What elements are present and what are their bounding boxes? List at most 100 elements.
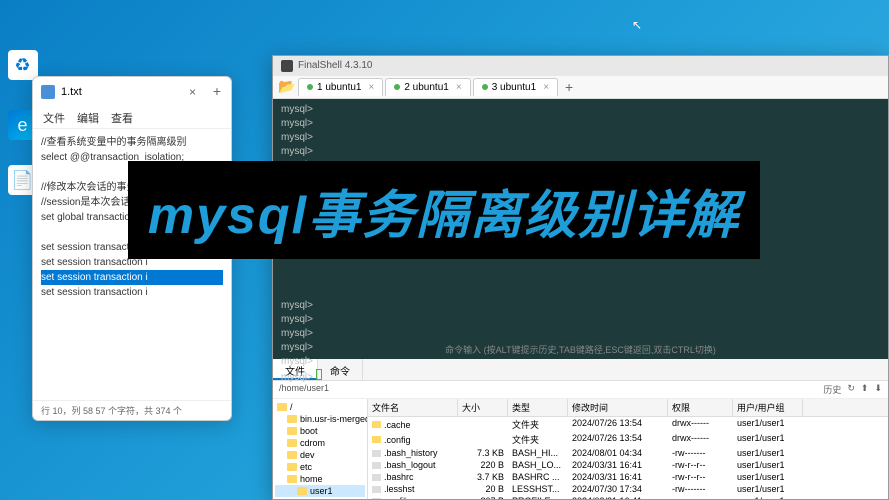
tree-item[interactable]: home [275, 473, 365, 485]
tab-label: 3 ubuntu1 [492, 82, 537, 93]
tree-label: home [300, 474, 323, 484]
file-row[interactable]: .bashrc3.7 KBBASHRC ...2024/03/31 16:41-… [368, 471, 888, 483]
file-name: .lesshst [384, 484, 415, 494]
file-perm: drwx------ [668, 432, 733, 447]
tab-close-icon[interactable]: × [369, 82, 375, 93]
column-header[interactable]: 修改时间 [568, 399, 668, 416]
file-user: user1/user1 [733, 459, 803, 471]
tree-item[interactable]: dev [275, 449, 365, 461]
folder-icon [372, 421, 381, 428]
tree-label: dev [300, 450, 315, 460]
folder-icon [372, 436, 381, 443]
file-name: .bashrc [384, 472, 414, 482]
file-date: 2024/08/01 04:34 [568, 447, 668, 459]
column-header[interactable]: 大小 [458, 399, 508, 416]
file-row[interactable]: .lesshst 20 BLESSHST...2024/07/30 17:34-r… [368, 483, 888, 495]
file-row[interactable]: .bash_logout220 BBASH_LO...2024/03/31 16… [368, 459, 888, 471]
folder-icon [287, 427, 297, 435]
file-user: user1/user1 [733, 483, 803, 495]
open-folder-icon[interactable]: 📂 [278, 78, 296, 96]
file-size [458, 432, 508, 447]
column-header[interactable]: 文件名 [368, 399, 458, 416]
tab-label: 2 ubuntu1 [404, 82, 449, 93]
tree-item[interactable]: etc [275, 461, 365, 473]
status-dot-icon [482, 84, 488, 90]
file-size: 807 B [458, 495, 508, 499]
menu-edit[interactable]: 编辑 [77, 110, 99, 126]
file-type: BASHRC ... [508, 471, 568, 483]
connection-tab[interactable]: 1 ubuntu1 × [298, 78, 383, 96]
file-perm: drwx------ [668, 417, 733, 432]
file-row[interactable]: .config文件夹2024/07/26 13:54drwx------user… [368, 432, 888, 447]
file-type: PROFILE ... [508, 495, 568, 499]
menu-file[interactable]: 文件 [43, 110, 65, 126]
folder-icon [287, 439, 297, 447]
file-icon [372, 450, 381, 457]
file-perm: -rw------- [668, 483, 733, 495]
tree-label: / [290, 402, 293, 412]
finalshell-logo-icon [281, 60, 293, 72]
file-browser: /bin.usr-is-mergedbootcdromdevetchomeuse… [273, 399, 888, 499]
connection-tab[interactable]: 2 ubuntu1 × [385, 78, 470, 96]
file-size [458, 417, 508, 432]
menu-view[interactable]: 查看 [111, 110, 133, 126]
file-user: user1/user1 [733, 432, 803, 447]
cursor-icon: ↖ [632, 18, 642, 32]
tree-item[interactable]: / [275, 401, 365, 413]
tree-item[interactable]: boot [275, 425, 365, 437]
file-size: 3.7 KB [458, 471, 508, 483]
file-perm: -rw-r--r-- [668, 495, 733, 499]
notepad-menu: 文件 编辑 查看 [33, 107, 231, 129]
folder-icon [287, 463, 297, 471]
finalshell-titlebar[interactable]: FinalShell 4.3.10 [273, 56, 888, 76]
column-header[interactable]: 权限 [668, 399, 733, 416]
tab-add-button[interactable]: + [560, 79, 578, 95]
file-list: 文件名大小类型修改时间权限用户/用户组 .cache 文件夹2024/07/26 … [368, 399, 888, 499]
file-row[interactable]: .bash_history7.3 KBBASH_HI...2024/08/01 … [368, 447, 888, 459]
folder-icon [287, 415, 297, 423]
file-date: 2024/07/30 17:34 [568, 483, 668, 495]
tab-close-icon[interactable]: × [456, 82, 462, 93]
file-user: user1/user1 [733, 417, 803, 432]
file-perm: -rw-r--r-- [668, 471, 733, 483]
file-row[interactable]: .cache 文件夹2024/07/26 13:54drwx------user1… [368, 417, 888, 432]
tree-label: boot [300, 426, 318, 436]
tab-close-icon[interactable]: × [543, 82, 549, 93]
tree-item[interactable]: cdrom [275, 437, 365, 449]
finalshell-title: FinalShell 4.3.10 [298, 60, 373, 71]
tab-add-icon[interactable]: + [213, 83, 221, 99]
file-type: 文件夹 [508, 417, 568, 432]
tree-item[interactable]: bin.usr-is-merged [275, 413, 365, 425]
file-user: user1/user1 [733, 471, 803, 483]
tree-item[interactable]: user1 [275, 485, 365, 497]
recycle-icon: ♻ [8, 50, 38, 80]
file-type: 文件夹 [508, 432, 568, 447]
tree-label: bin.usr-is-merged [300, 414, 368, 424]
file-date: 2024/07/26 13:54 [568, 417, 668, 432]
file-date: 2024/03/31 16:41 [568, 459, 668, 471]
file-date: 2024/07/26 13:54 [568, 432, 668, 447]
finalshell-tabs: 📂 1 ubuntu1 × 2 ubuntu1 × 3 ubuntu1 × + [273, 76, 888, 99]
file-type: BASH_HI... [508, 447, 568, 459]
terminal-hint: 命令输入 (按ALT键提示历史,TAB键路径,ESC键返回,双击CTRL切换) [445, 344, 716, 357]
notepad-titlebar[interactable]: 1.txt × + [33, 77, 231, 107]
file-row[interactable]: .profile807 BPROFILE ...2024/03/31 16:41… [368, 495, 888, 499]
column-header[interactable]: 用户/用户组 [733, 399, 803, 416]
file-size: 220 B [458, 459, 508, 471]
notepad-statusbar: 行 10，列 58 57 个字符，共 374 个 [33, 400, 231, 420]
status-text: 行 10，列 58 57 个字符，共 374 个 [41, 404, 182, 417]
column-header[interactable]: 类型 [508, 399, 568, 416]
tree-label: etc [300, 462, 312, 472]
connection-tab[interactable]: 3 ubuntu1 × [473, 78, 558, 96]
file-date: 2024/03/31 16:41 [568, 495, 668, 499]
file-size: 20 B [458, 483, 508, 495]
file-name: .bash_history [384, 448, 438, 458]
file-name: .cache [384, 420, 411, 430]
tab-close-icon[interactable]: × [189, 85, 196, 99]
tree-label: cdrom [300, 438, 325, 448]
file-type: LESSHST... [508, 483, 568, 495]
file-perm: -rw-r--r-- [668, 459, 733, 471]
directory-tree[interactable]: / bin.usr-is-merged boot cdrom dev etc homeuse… [273, 399, 368, 499]
overlay-title: mysql事务隔离级别详解 [128, 161, 760, 259]
tab-label: 1 ubuntu1 [317, 82, 362, 93]
